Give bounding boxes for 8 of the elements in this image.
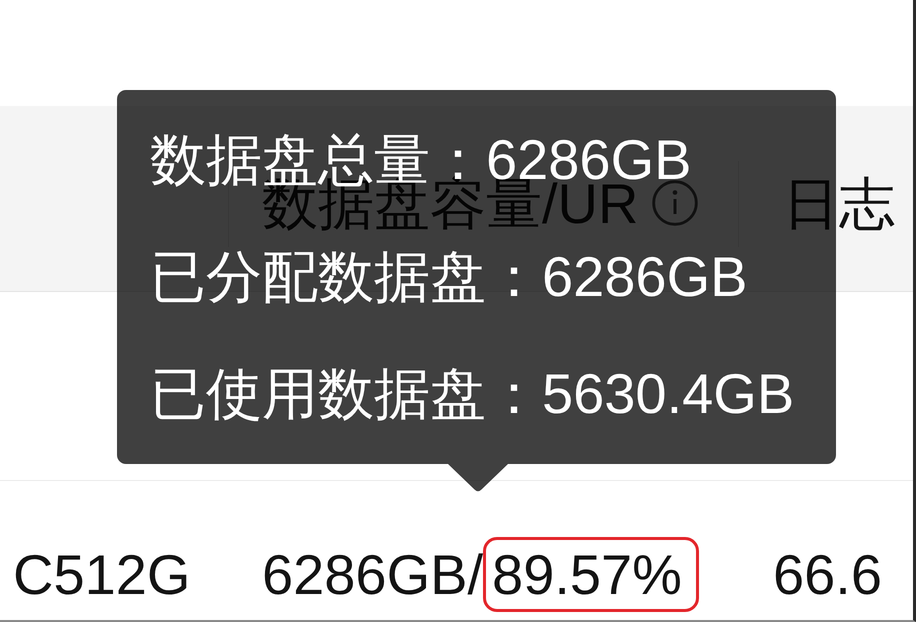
table-cell: C512G xyxy=(13,543,190,606)
column-header: 日志 xyxy=(783,174,895,232)
table-cell: 66.6 xyxy=(773,543,882,606)
capacity-text: 6286GB/ xyxy=(262,542,484,608)
tooltip-line: 已使用数据盘：5630.4GB xyxy=(150,366,794,422)
info-icon[interactable] xyxy=(652,180,698,226)
highlighted-percentage: 89.57% xyxy=(483,537,699,612)
tooltip-line: 已分配数据盘：6286GB xyxy=(150,249,748,305)
